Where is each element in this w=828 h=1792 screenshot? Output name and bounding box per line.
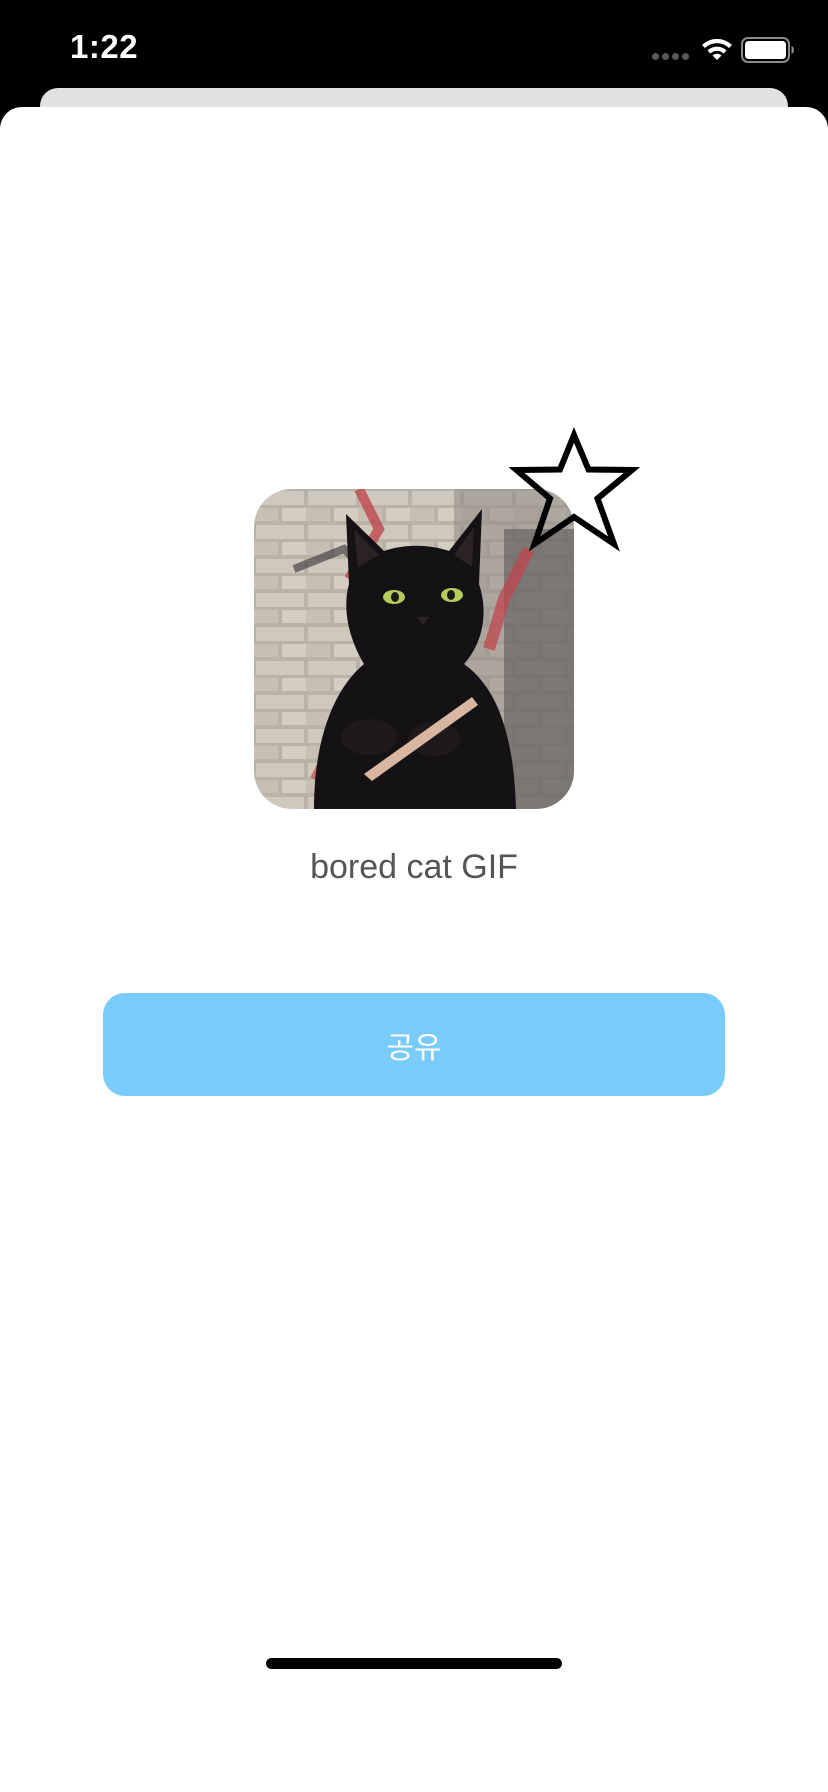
battery-icon [741, 37, 794, 63]
star-outline-icon[interactable] [506, 424, 642, 560]
status-bar: 1:22 [0, 0, 828, 100]
gif-detail-sheet [0, 107, 828, 1792]
screen: 1:22 bored cat GIF 공유 [0, 0, 828, 1792]
status-time: 1:22 [70, 28, 139, 65]
gif-title: bored cat GIF [310, 848, 518, 886]
signal-dots-icon [652, 53, 689, 60]
share-button[interactable]: 공유 [103, 993, 725, 1096]
home-indicator[interactable] [266, 1658, 562, 1669]
wifi-icon [702, 38, 732, 60]
